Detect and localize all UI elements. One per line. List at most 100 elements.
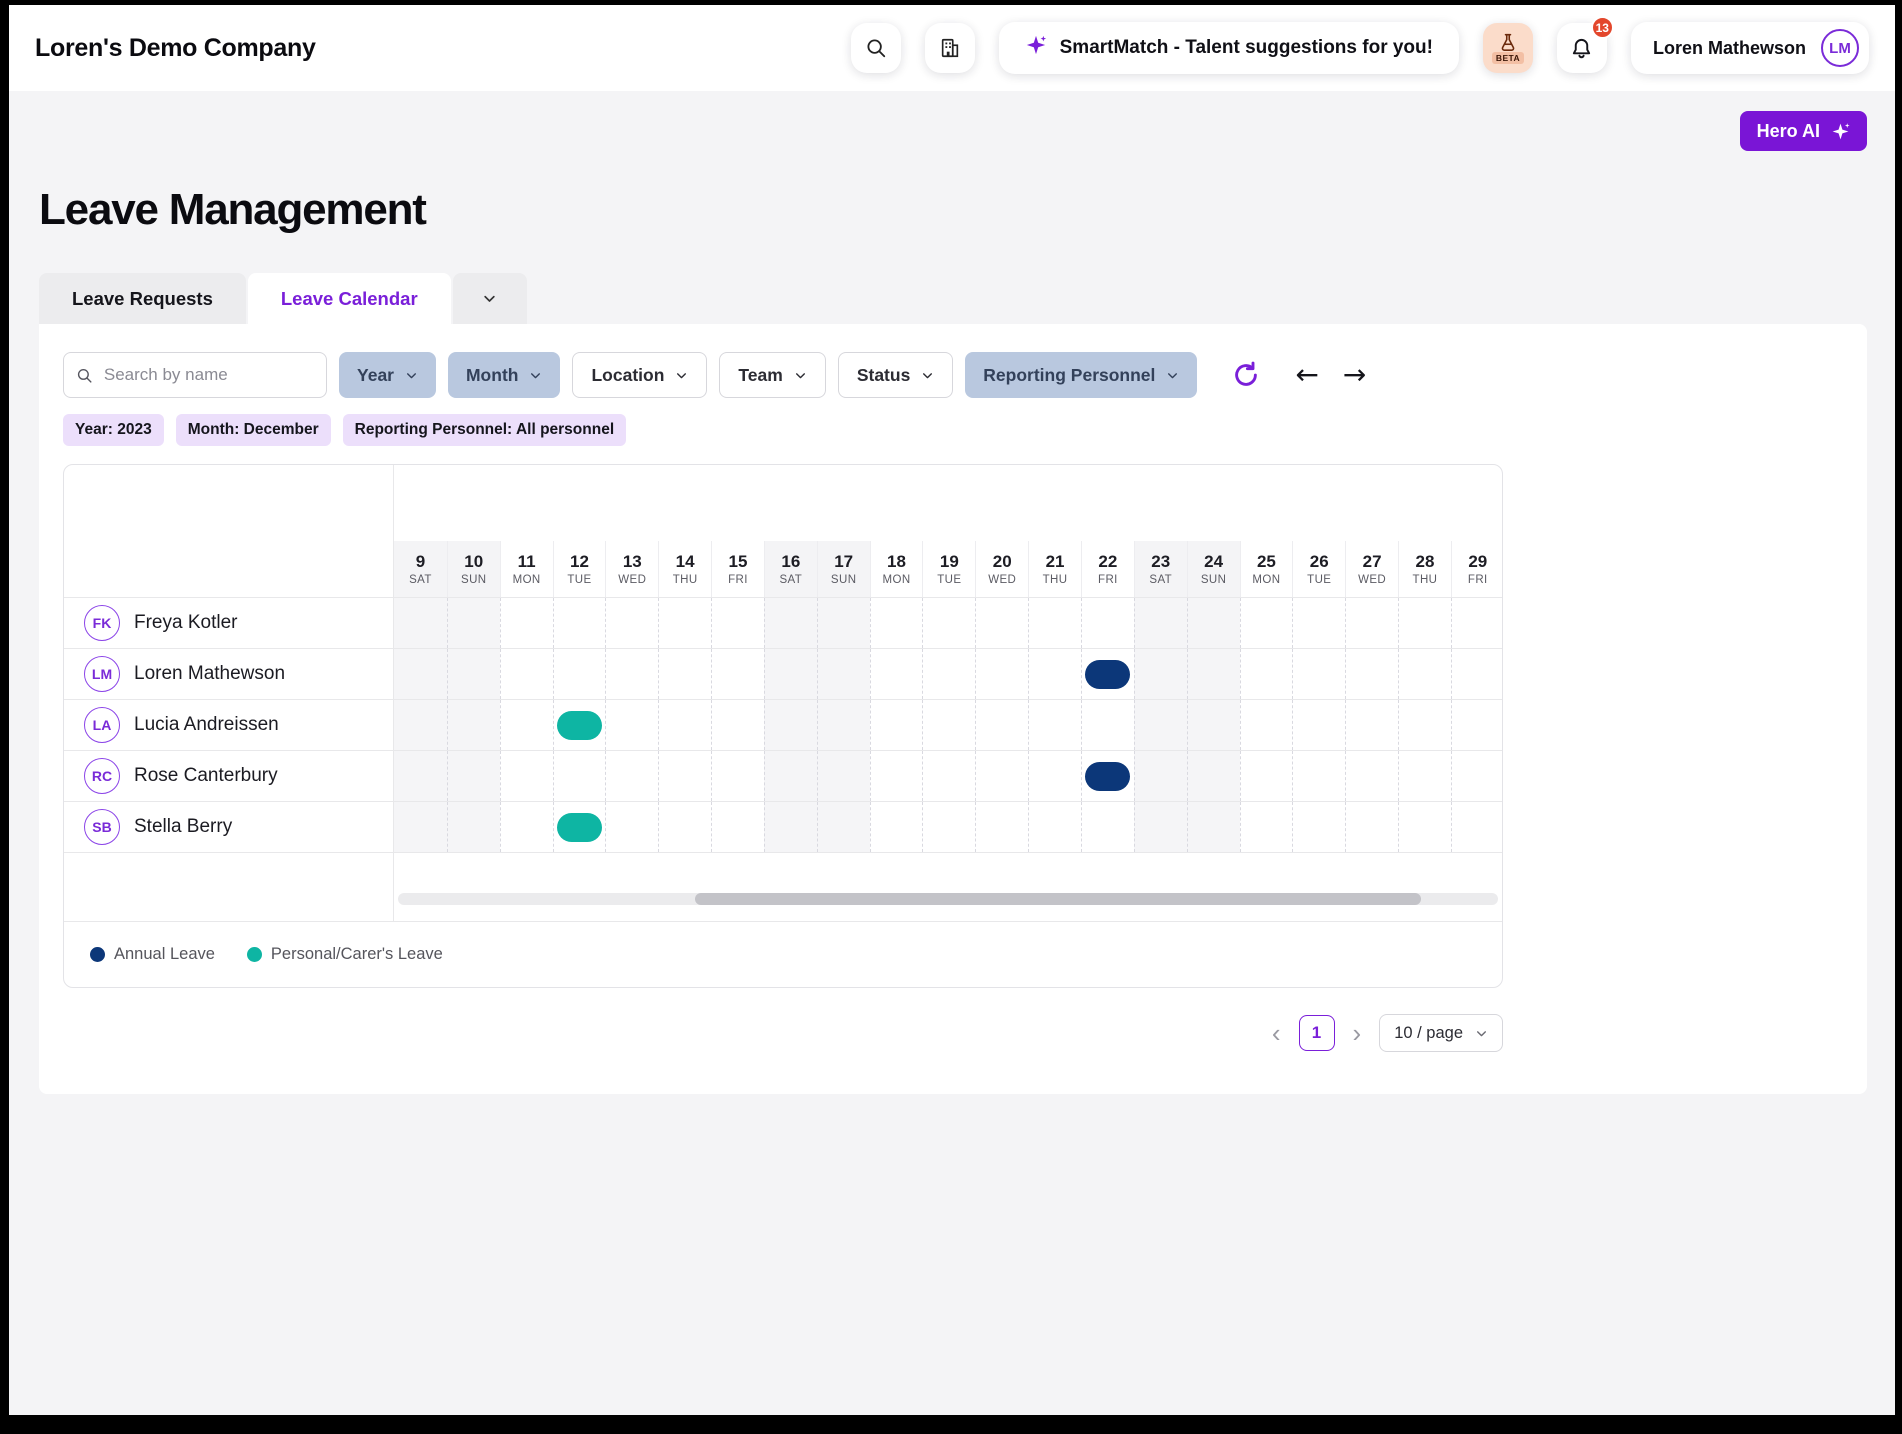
employee-row[interactable]: FKFreya Kotler — [64, 598, 393, 649]
day-header: 22FRI — [1081, 465, 1134, 597]
calendar-cell — [1398, 649, 1451, 699]
leave-pill-personal[interactable] — [557, 711, 602, 740]
calendar-cell — [1345, 802, 1398, 852]
calendar-cell — [658, 700, 711, 750]
employee-row[interactable]: SBStella Berry — [64, 802, 393, 853]
day-of-week: FRI — [1098, 574, 1118, 586]
filter-dropdown-location[interactable]: Location — [572, 352, 707, 398]
calendar-cell — [922, 598, 975, 648]
beta-labs-button[interactable]: BETA — [1483, 23, 1533, 73]
calendar-cell — [870, 751, 923, 801]
calendar-row — [394, 700, 1502, 751]
calendar-grid: FKFreya KotlerLMLoren MathewsonLALucia A… — [64, 465, 1502, 921]
horizontal-scrollbar-thumb[interactable] — [695, 893, 1421, 905]
day-number: 15 — [729, 552, 748, 572]
search-by-name — [63, 352, 327, 398]
refresh-button[interactable] — [1225, 359, 1267, 391]
calendar-cell — [500, 802, 553, 852]
leave-pill-annual[interactable] — [1085, 660, 1130, 689]
calendar-cell — [1451, 649, 1502, 699]
leave-pill-personal[interactable] — [557, 813, 602, 842]
filter-dropdown-year[interactable]: Year — [339, 352, 436, 398]
calendar-cell — [553, 598, 606, 648]
calendar-cell — [1240, 700, 1293, 750]
next-page-icon[interactable]: › — [1351, 1020, 1364, 1046]
hero-ai-button[interactable]: Hero AI — [1740, 111, 1867, 151]
prev-page-icon[interactable]: ‹ — [1270, 1020, 1283, 1046]
smartmatch-button[interactable]: SmartMatch - Talent suggestions for you! — [999, 22, 1459, 74]
calendar-cell — [1134, 700, 1187, 750]
sparkle-icon — [1025, 34, 1047, 62]
day-header: 15FRI — [711, 465, 764, 597]
dropdown-label: Team — [738, 365, 782, 386]
calendar-cell — [1398, 802, 1451, 852]
calendar-cell — [817, 751, 870, 801]
calendar-cell — [500, 649, 553, 699]
day-of-week: SUN — [461, 574, 486, 586]
day-number: 27 — [1363, 552, 1382, 572]
filter-dropdown-team[interactable]: Team — [719, 352, 825, 398]
day-number: 10 — [464, 552, 483, 572]
filter-dropdown-month[interactable]: Month — [448, 352, 560, 398]
tab-more-button[interactable] — [453, 273, 527, 324]
current-page-button[interactable]: 1 — [1299, 1015, 1335, 1051]
day-header: 25MON — [1240, 465, 1293, 597]
dropdown-label: Location — [591, 365, 664, 386]
day-number: 16 — [781, 552, 800, 572]
calendar-cell — [394, 802, 447, 852]
day-of-week: MON — [1252, 574, 1280, 586]
arrow-right-icon[interactable]: → — [1343, 361, 1366, 389]
calendar-cell — [1292, 751, 1345, 801]
calendar-cell — [1028, 598, 1081, 648]
period-navigation: ← → — [1295, 361, 1366, 389]
scroll-zone — [394, 853, 1502, 893]
day-number: 21 — [1046, 552, 1065, 572]
user-avatar: LM — [1821, 29, 1859, 67]
leave-pill-annual[interactable] — [1085, 762, 1130, 791]
day-header: 19TUE — [922, 465, 975, 597]
filter-dropdown-status[interactable]: Status — [838, 352, 953, 398]
organisation-button[interactable] — [925, 23, 975, 73]
calendar-cell — [922, 751, 975, 801]
hero-ai-row: Hero AI — [9, 91, 1895, 151]
calendar-cell — [605, 700, 658, 750]
calendar-cell — [1081, 802, 1134, 852]
employee-name: Lucia Andreissen — [134, 714, 279, 736]
day-header: 29FRI — [1451, 465, 1502, 597]
day-number: 18 — [887, 552, 906, 572]
arrow-left-icon[interactable]: ← — [1295, 361, 1318, 389]
calendar-cell — [1187, 751, 1240, 801]
calendar-cell — [605, 751, 658, 801]
calendar-cell — [711, 598, 764, 648]
notifications: 13 — [1557, 23, 1607, 73]
calendar-cell — [605, 598, 658, 648]
calendar-cell — [1081, 751, 1134, 801]
app-window: Loren's Demo Company — [0, 0, 1902, 1434]
tab-leave-requests[interactable]: Leave Requests — [39, 273, 246, 324]
names-header-spacer — [64, 465, 393, 598]
day-header: 10 SUN — [447, 465, 500, 597]
hero-ai-label: Hero AI — [1757, 121, 1820, 142]
employee-row[interactable]: LALucia Andreissen — [64, 700, 393, 751]
leave-calendar-panel: Year Month Location Team Status Reporting Per… — [39, 324, 1867, 1094]
calendar-cell — [764, 802, 817, 852]
dropdown-label: Month — [466, 365, 518, 386]
day-number: 17 — [834, 552, 853, 572]
filter-dropdown-reporting-personnel[interactable]: Reporting Personnel — [965, 352, 1197, 398]
horizontal-scrollbar[interactable] — [398, 893, 1498, 905]
calendar-cell — [553, 649, 606, 699]
tab-leave-calendar[interactable]: Leave Calendar — [248, 273, 451, 324]
search-button[interactable] — [851, 23, 901, 73]
calendar-cell — [1028, 700, 1081, 750]
filter-row: Year Month Location Team Status Reporting Per… — [63, 352, 1843, 398]
calendar-cell — [1134, 751, 1187, 801]
page-size-select[interactable]: 10 / page — [1379, 1014, 1503, 1052]
employee-row[interactable]: LMLoren Mathewson — [64, 649, 393, 700]
day-of-week: SUN — [831, 574, 856, 586]
calendar-cell — [711, 751, 764, 801]
user-menu-button[interactable]: Loren Mathewson LM — [1631, 22, 1869, 74]
employee-row[interactable]: RCRose Canterbury — [64, 751, 393, 802]
calendar-cell — [1028, 649, 1081, 699]
day-number: 19 — [940, 552, 959, 572]
search-input[interactable] — [102, 364, 314, 386]
